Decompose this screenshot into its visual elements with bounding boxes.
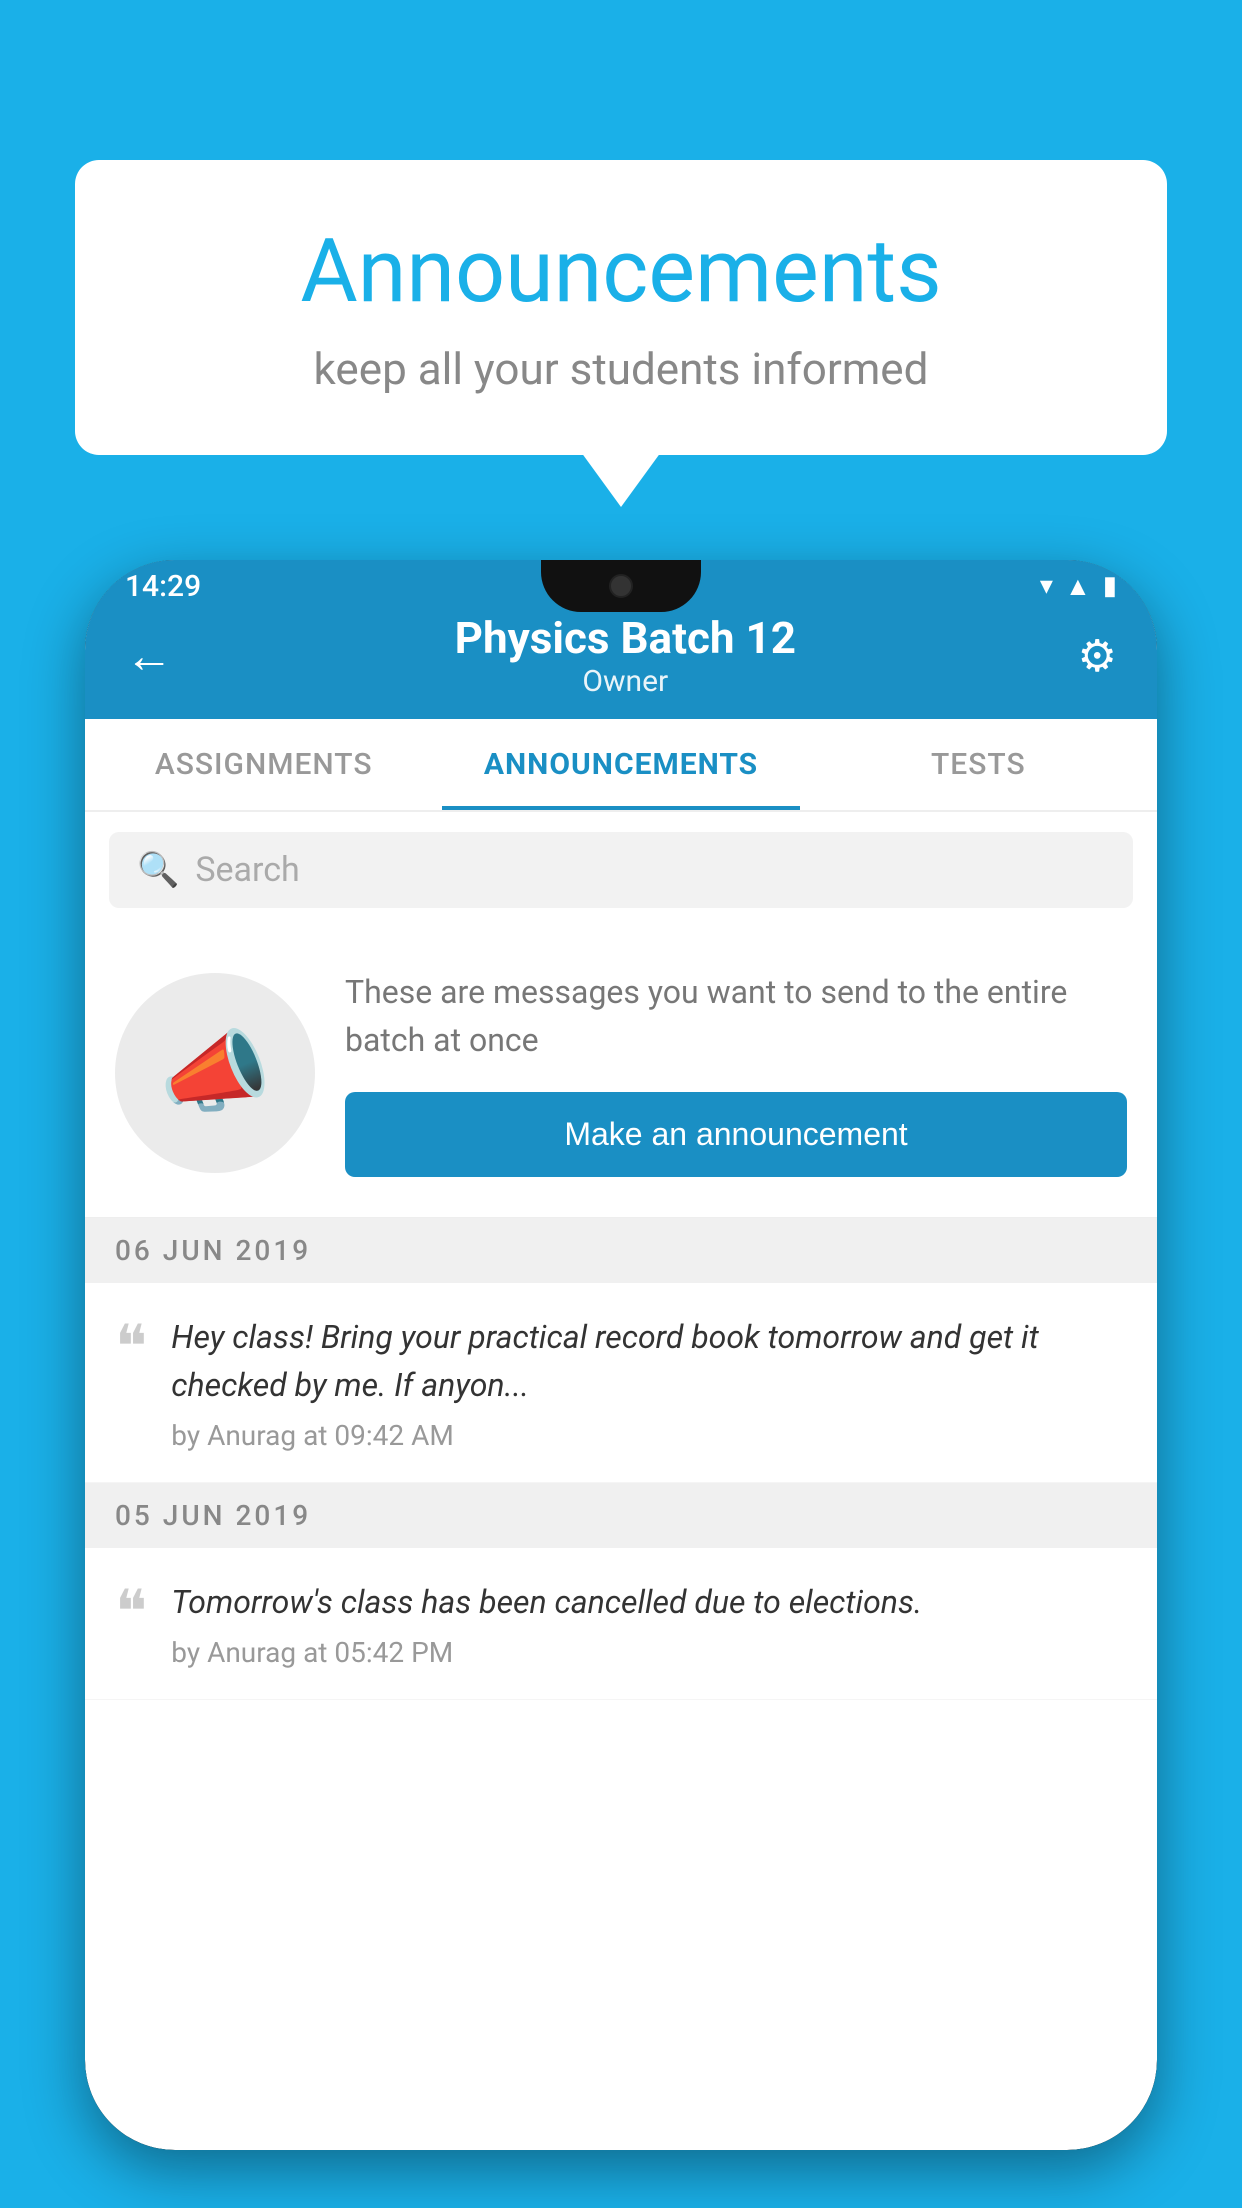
speech-bubble-container: Announcements keep all your students inf… xyxy=(75,160,1167,455)
prompt-description: These are messages you want to send to t… xyxy=(345,968,1127,1064)
search-bar[interactable]: 🔍 Search xyxy=(109,832,1133,908)
phone-mockup: 14:29 ▾ ▲ ▮ ← Physics Batch 12 Owner ⚙ A… xyxy=(85,560,1157,2150)
announcement-body-2: Tomorrow's class has been cancelled due … xyxy=(171,1578,1127,1669)
announcement-item-2[interactable]: ❝ Tomorrow's class has been cancelled du… xyxy=(85,1548,1157,1700)
announcement-text-2: Tomorrow's class has been cancelled due … xyxy=(171,1578,1127,1626)
date-divider-1: 06 JUN 2019 xyxy=(85,1218,1157,1283)
search-placeholder: Search xyxy=(195,850,299,890)
batch-title: Physics Batch 12 xyxy=(455,612,796,664)
megaphone-circle: 📣 xyxy=(115,973,315,1173)
megaphone-icon: 📣 xyxy=(159,1020,271,1125)
announcement-meta-2: by Anurag at 05:42 PM xyxy=(171,1636,1127,1669)
battery-icon: ▮ xyxy=(1103,571,1117,601)
phone-notch xyxy=(541,560,701,612)
prompt-right: These are messages you want to send to t… xyxy=(345,968,1127,1177)
signal-icon: ▲ xyxy=(1065,571,1091,602)
phone-inner: 14:29 ▾ ▲ ▮ ← Physics Batch 12 Owner ⚙ A… xyxy=(85,560,1157,2150)
announcement-text-1: Hey class! Bring your practical record b… xyxy=(171,1313,1127,1409)
status-icons: ▾ ▲ ▮ xyxy=(1040,571,1117,602)
tab-tests[interactable]: TESTS xyxy=(800,719,1157,810)
announcement-meta-1: by Anurag at 09:42 AM xyxy=(171,1419,1127,1452)
search-container: 🔍 Search xyxy=(85,812,1157,928)
search-icon: 🔍 xyxy=(137,850,179,890)
announcement-prompt: 📣 These are messages you want to send to… xyxy=(85,928,1157,1218)
date-divider-2: 05 JUN 2019 xyxy=(85,1483,1157,1548)
settings-button[interactable]: ⚙ xyxy=(1078,630,1117,682)
tabs-container: ASSIGNMENTS ANNOUNCEMENTS TESTS xyxy=(85,719,1157,812)
announcement-item-1[interactable]: ❝ Hey class! Bring your practical record… xyxy=(85,1283,1157,1483)
quote-icon-2: ❝ xyxy=(115,1582,147,1642)
make-announcement-button[interactable]: Make an announcement xyxy=(345,1092,1127,1177)
announcement-body-1: Hey class! Bring your practical record b… xyxy=(171,1313,1127,1452)
speech-bubble: Announcements keep all your students inf… xyxy=(75,160,1167,455)
back-button[interactable]: ← xyxy=(125,627,173,684)
quote-icon-1: ❝ xyxy=(115,1317,147,1377)
front-camera xyxy=(609,574,633,598)
speech-bubble-title: Announcements xyxy=(155,220,1087,323)
phone-screen: 14:29 ▾ ▲ ▮ ← Physics Batch 12 Owner ⚙ A… xyxy=(85,560,1157,2150)
header-title-block: Physics Batch 12 Owner xyxy=(455,612,796,699)
wifi-icon: ▾ xyxy=(1040,571,1053,601)
tab-assignments[interactable]: ASSIGNMENTS xyxy=(85,719,442,810)
tab-announcements[interactable]: ANNOUNCEMENTS xyxy=(442,719,799,810)
speech-bubble-subtitle: keep all your students informed xyxy=(155,343,1087,395)
batch-role: Owner xyxy=(455,664,796,699)
status-time: 14:29 xyxy=(125,569,201,604)
